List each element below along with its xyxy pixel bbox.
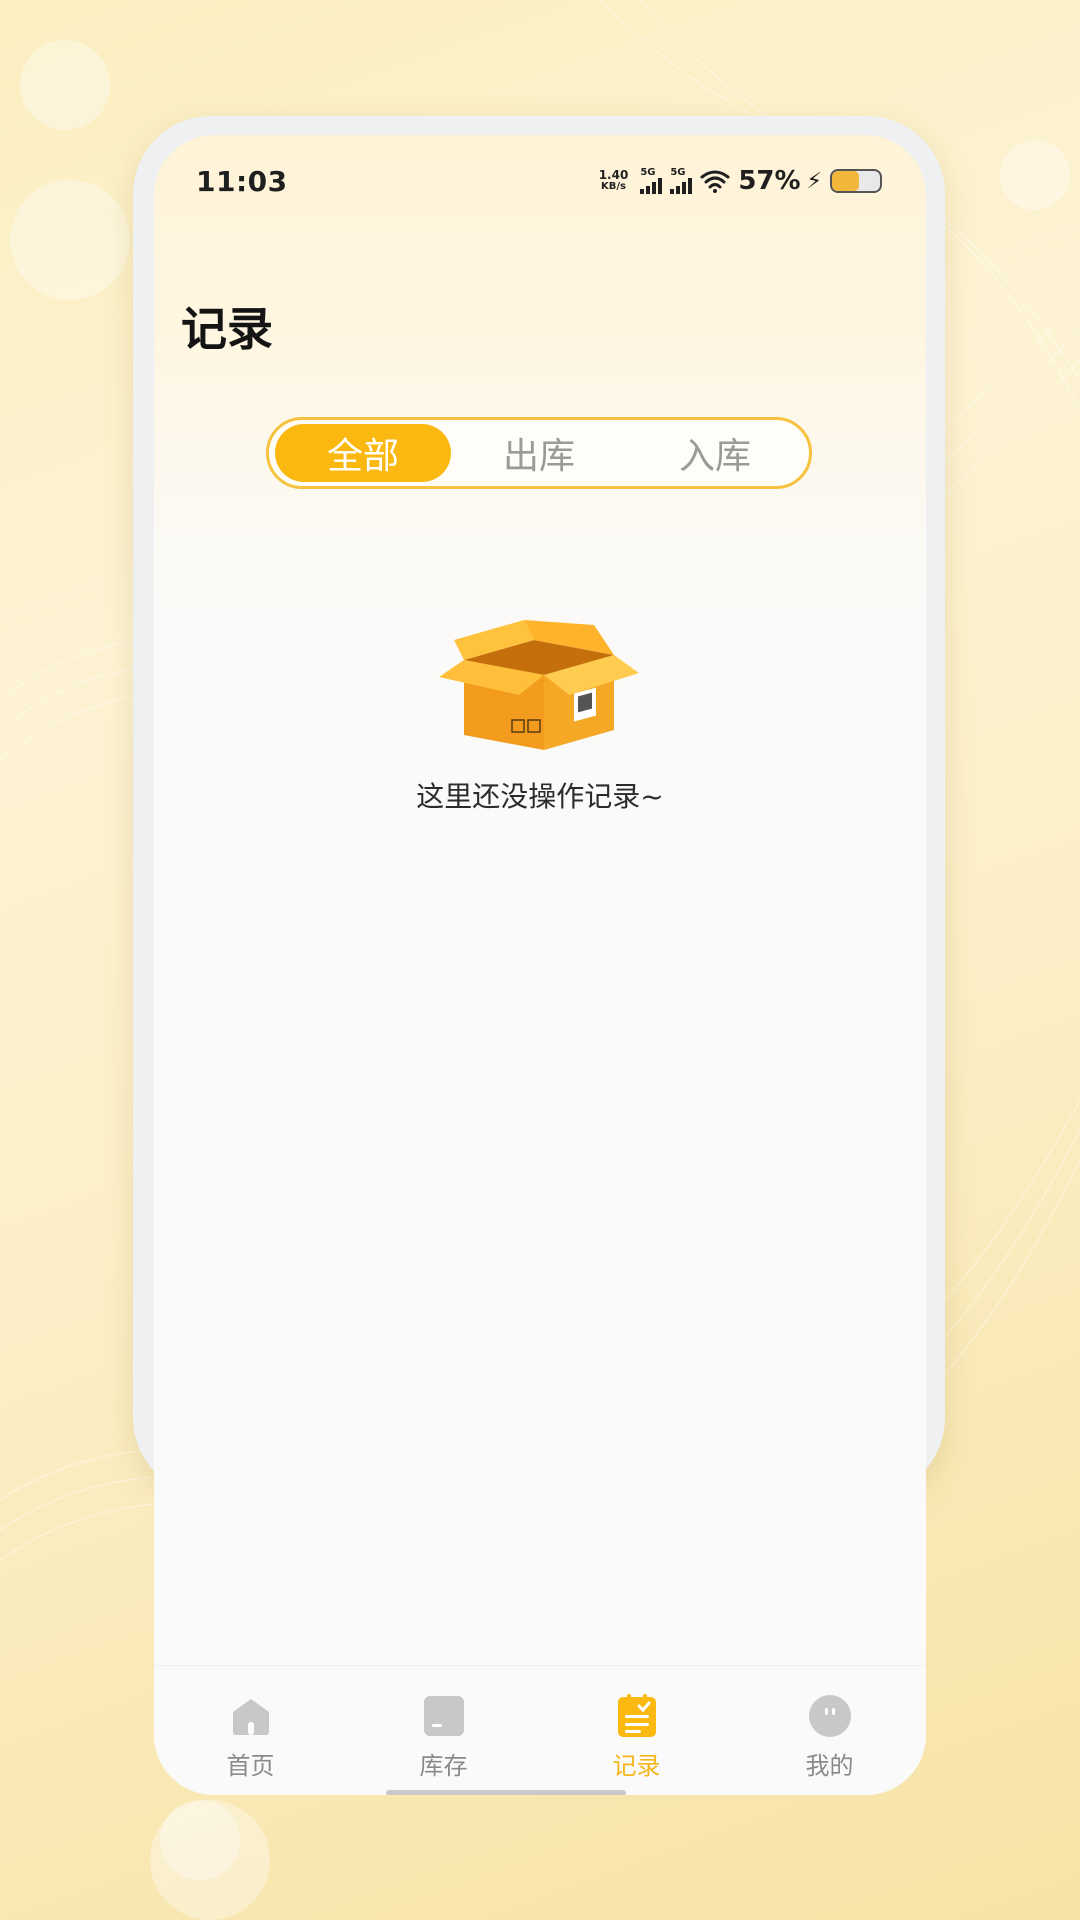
home-indicator <box>386 1790 626 1795</box>
tab-outbound[interactable]: 出库 <box>451 424 627 482</box>
profile-icon <box>808 1694 852 1738</box>
signal-2-label: 5G <box>670 167 686 178</box>
network-speed-unit: KB/s <box>601 181 626 192</box>
page-title: 记录 <box>181 302 273 356</box>
wifi-icon <box>700 170 730 193</box>
status-time: 11:03 <box>196 165 288 198</box>
status-bar: 11:03 1.40 KB/s 5G 5G 57% ⚡ <box>154 135 926 225</box>
signal-1-label: 5G <box>640 167 656 178</box>
nav-inventory-label: 库存 <box>419 1752 468 1780</box>
nav-home[interactable]: 首页 <box>154 1666 347 1795</box>
battery-icon <box>830 169 882 193</box>
nav-profile-label: 我的 <box>805 1752 854 1780</box>
charging-icon: ⚡ <box>806 168 822 194</box>
network-speed-value: 1.40 <box>598 168 629 182</box>
signal-1-icon: 5G <box>640 167 663 194</box>
bottom-navigation: 首页 库存 记录 我的 <box>154 1665 926 1795</box>
nav-profile[interactable]: 我的 <box>733 1666 926 1795</box>
home-icon <box>229 1694 273 1738</box>
nav-records-label: 记录 <box>612 1752 661 1780</box>
signal-2-icon: 5G <box>670 167 693 194</box>
battery-fill <box>832 171 860 191</box>
record-filter-tabs: 全部 出库 入库 <box>266 417 812 489</box>
app-screen: 11:03 1.40 KB/s 5G 5G 57% ⚡ 记录 全部 出库 入库 … <box>154 135 926 1795</box>
empty-state-message: 这里还没操作记录~ <box>416 780 664 813</box>
open-box-icon <box>439 620 639 750</box>
status-icons: 1.40 KB/s 5G 5G 57% ⚡ <box>599 163 882 199</box>
inventory-icon <box>422 1694 466 1738</box>
network-speed: 1.40 KB/s <box>599 169 629 193</box>
tab-all[interactable]: 全部 <box>275 424 451 482</box>
battery-percent: 57% <box>738 166 801 196</box>
records-icon <box>615 1694 659 1738</box>
nav-inventory[interactable]: 库存 <box>347 1666 540 1795</box>
nav-records[interactable]: 记录 <box>540 1666 733 1795</box>
nav-home-label: 首页 <box>226 1752 275 1780</box>
tab-inbound[interactable]: 入库 <box>627 424 803 482</box>
